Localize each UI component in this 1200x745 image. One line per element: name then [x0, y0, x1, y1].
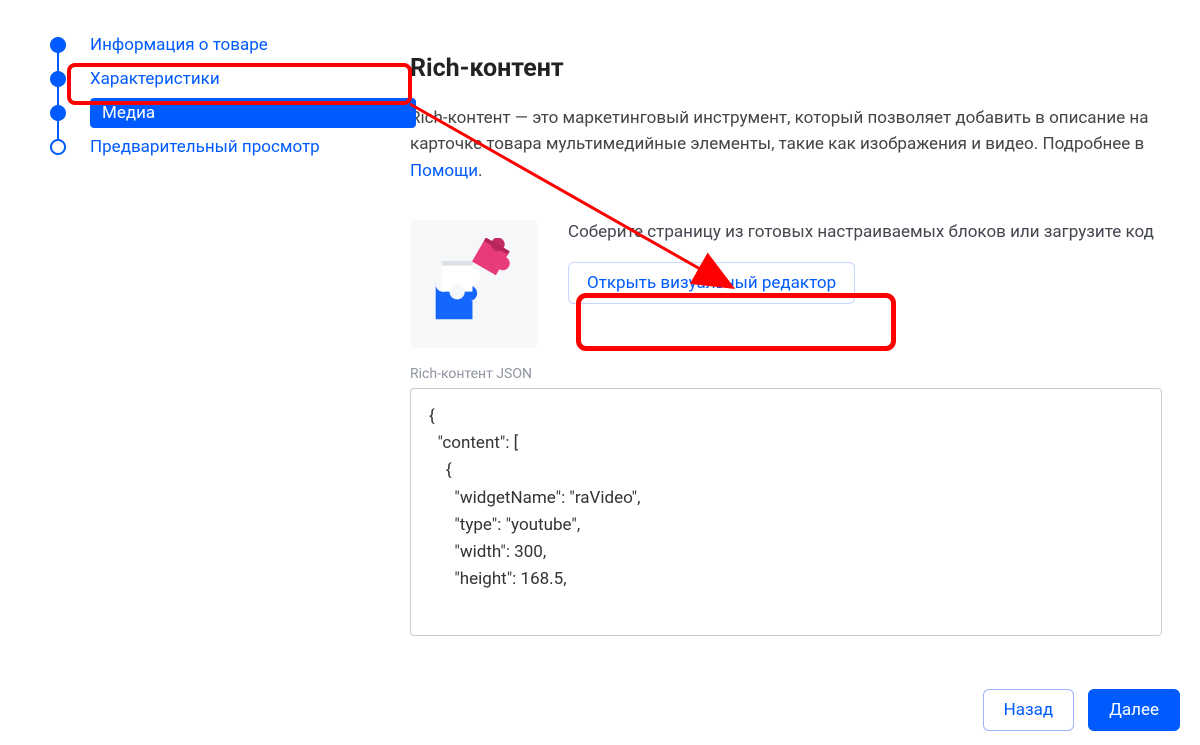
- step-bullet-icon: [50, 105, 66, 121]
- next-button[interactable]: Далее: [1088, 689, 1180, 731]
- step-label: Информация о товаре: [90, 35, 268, 55]
- puzzle-icon: [410, 220, 538, 348]
- help-link[interactable]: Помощи: [410, 161, 478, 181]
- json-textarea[interactable]: { "content": [ { "widgetName": "raVideo"…: [410, 388, 1162, 636]
- back-button[interactable]: Назад: [983, 689, 1075, 731]
- sidebar-step-preview[interactable]: Предварительный просмотр: [50, 130, 400, 164]
- description: Rich-контент — это маркетинговый инструм…: [410, 105, 1170, 184]
- step-label: Предварительный просмотр: [90, 137, 320, 157]
- sidebar: Информация о товаре Характеристики Медиа…: [20, 28, 400, 640]
- step-label: Характеристики: [90, 69, 220, 89]
- page-title: Rich-контент: [410, 54, 1170, 83]
- main-content: Rich-контент Rich-контент — это маркетин…: [400, 28, 1180, 640]
- footer-buttons: Назад Далее: [983, 689, 1180, 731]
- sidebar-step-characteristics[interactable]: Характеристики: [50, 62, 400, 96]
- json-label: Rich-контент JSON: [410, 366, 1170, 382]
- sidebar-step-media[interactable]: Медиа: [50, 96, 400, 130]
- stepper: Информация о товаре Характеристики Медиа…: [50, 28, 400, 164]
- step-bullet-icon: [50, 71, 66, 87]
- step-bullet-icon: [50, 37, 66, 53]
- open-editor-button[interactable]: Открыть визуальный редактор: [568, 262, 855, 304]
- sidebar-step-product-info[interactable]: Информация о товаре: [50, 28, 400, 62]
- step-label: Медиа: [90, 103, 155, 123]
- step-bullet-icon: [50, 139, 66, 155]
- editor-card-text: Соберите страницу из готовых настраиваем…: [538, 220, 1154, 348]
- editor-card: Соберите страницу из готовых настраиваем…: [410, 220, 1170, 348]
